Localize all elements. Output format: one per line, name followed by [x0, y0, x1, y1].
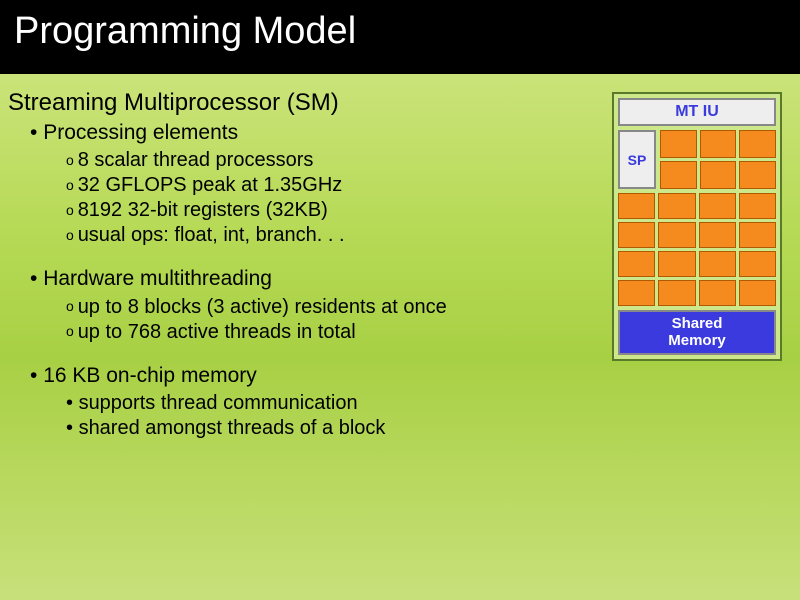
sp-cell	[739, 222, 776, 248]
sp-cell	[658, 251, 695, 277]
sp-cell	[660, 130, 697, 158]
sp-cell	[699, 280, 736, 306]
sp-cell	[739, 161, 776, 189]
sp-cell	[660, 161, 697, 189]
sp-cell	[739, 280, 776, 306]
shared-memory-label: Shared Memory	[618, 310, 776, 355]
sp-cell	[700, 130, 737, 158]
sp-row: SP	[618, 130, 776, 189]
sp-label: SP	[618, 130, 656, 189]
sp-grid-main	[618, 193, 776, 306]
list-item: 8192 32-bit registers (32KB)	[66, 198, 612, 223]
sp-cell	[618, 222, 655, 248]
section-onchip-memory: 16 KB on-chip memory	[30, 363, 612, 389]
sp-cell	[739, 193, 776, 219]
slide-header: Programming Model	[0, 0, 800, 74]
list-item: shared amongst threads of a block	[66, 416, 612, 441]
sp-cell	[658, 280, 695, 306]
list-item: up to 768 active threads in total	[66, 320, 612, 345]
list-item: usual ops: float, int, branch. . .	[66, 223, 612, 248]
sp-grid-top	[660, 130, 776, 189]
text-column: Streaming Multiprocessor (SM) Processing…	[8, 88, 612, 441]
section-processing-elements: Processing elements	[30, 120, 612, 146]
sp-cell	[699, 193, 736, 219]
main-heading: Streaming Multiprocessor (SM)	[8, 88, 612, 118]
slide-title: Programming Model	[14, 10, 786, 53]
list-item: 32 GFLOPS peak at 1.35GHz	[66, 173, 612, 198]
list-item: up to 8 blocks (3 active) residents at o…	[66, 295, 612, 320]
sp-cell	[699, 251, 736, 277]
sm-diagram: MT IU SP	[612, 88, 792, 441]
list-item: 8 scalar thread processors	[66, 148, 612, 173]
slide-content: Streaming Multiprocessor (SM) Processing…	[0, 74, 800, 449]
sp-cell	[739, 251, 776, 277]
sp-cell	[618, 280, 655, 306]
sp-cell	[699, 222, 736, 248]
sp-cell	[658, 222, 695, 248]
mt-iu-label: MT IU	[618, 98, 776, 126]
sp-cell	[658, 193, 695, 219]
sp-cell	[618, 251, 655, 277]
sp-cell	[618, 193, 655, 219]
sm-box: MT IU SP	[612, 92, 782, 361]
sp-cell	[739, 130, 776, 158]
section-hardware-multithreading: Hardware multithreading	[30, 266, 612, 292]
sp-cell	[700, 161, 737, 189]
list-item: supports thread communication	[66, 391, 612, 416]
